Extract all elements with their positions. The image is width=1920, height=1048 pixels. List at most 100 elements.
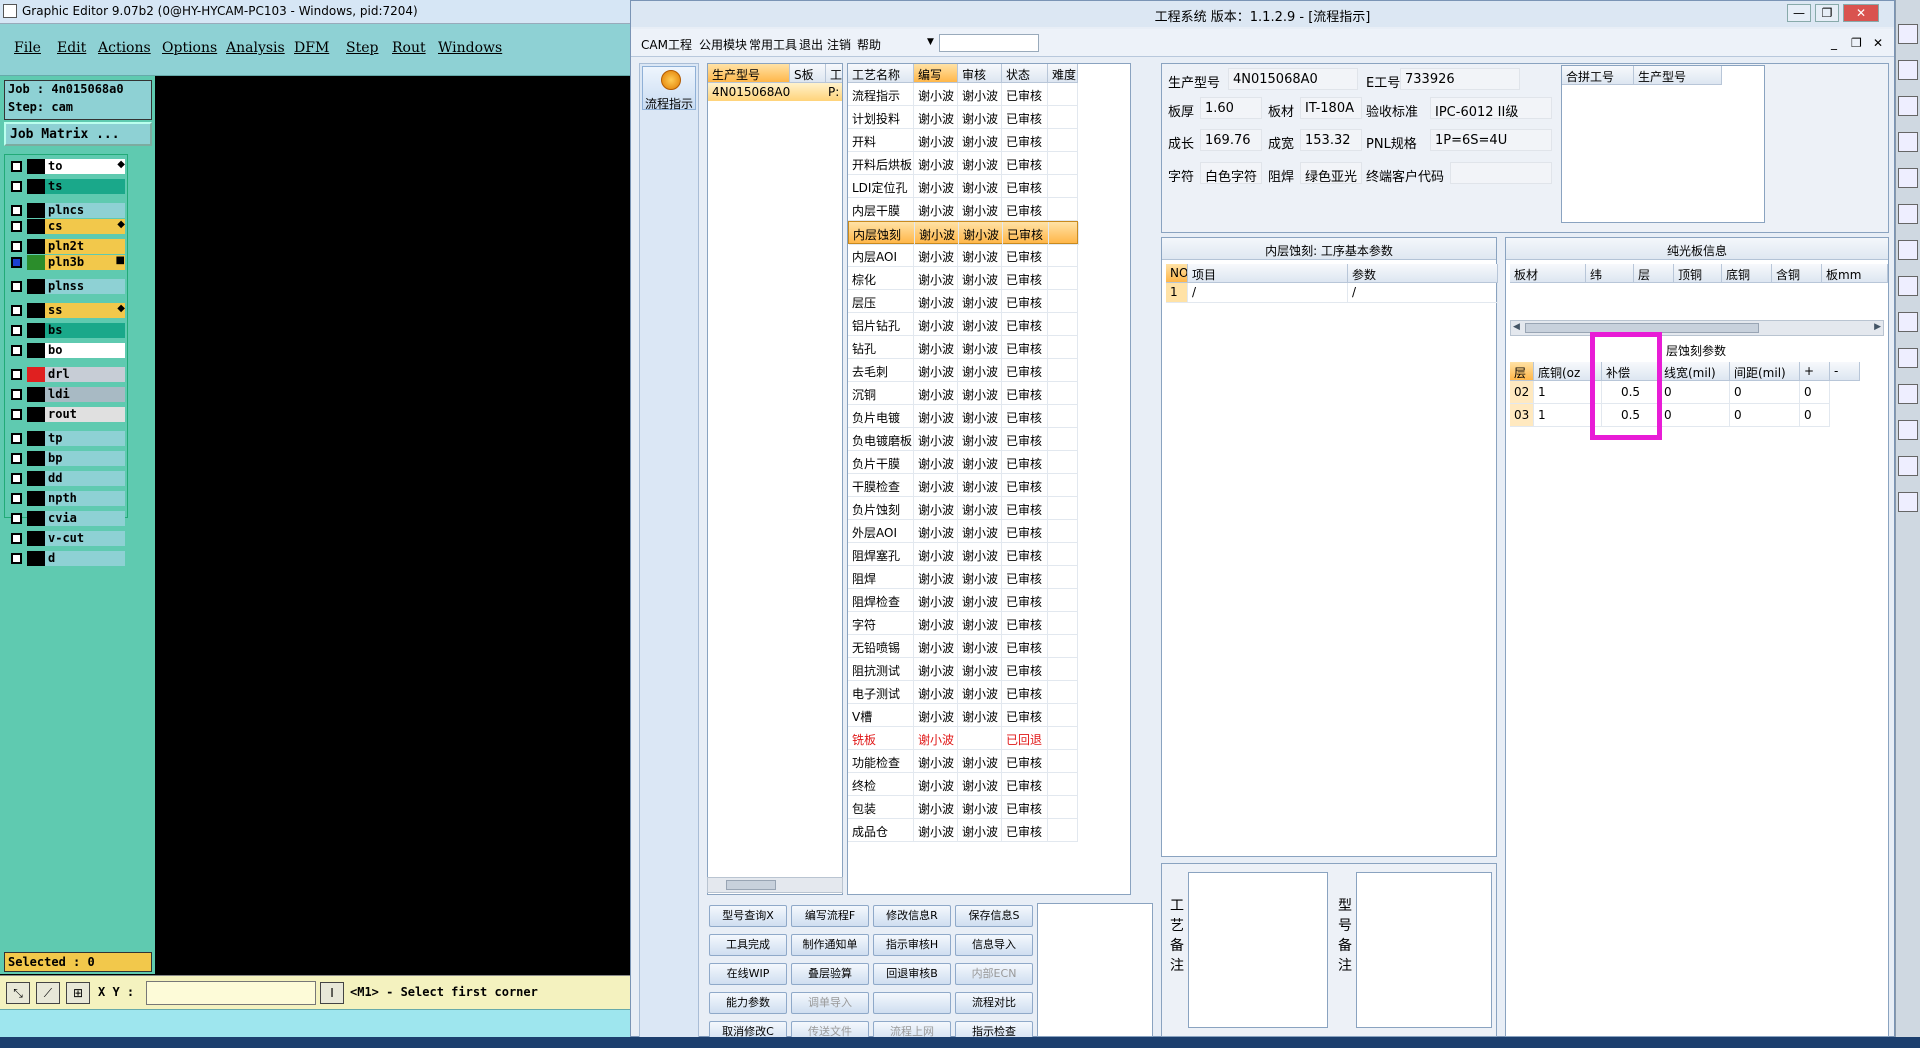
drawing-canvas[interactable] xyxy=(155,76,630,974)
menu-step[interactable]: Step xyxy=(346,40,378,56)
etch-header-3[interactable]: 线宽(mil) xyxy=(1660,362,1730,381)
etch-header-4[interactable]: 间距(mil) xyxy=(1730,362,1800,381)
mdi-restore-icon[interactable]: ❐ xyxy=(1851,36,1862,50)
scroll-left-icon[interactable]: ◀ xyxy=(1513,322,1520,332)
scroll-right-icon[interactable]: ▶ xyxy=(1874,322,1881,332)
menu-combo[interactable] xyxy=(939,34,1039,52)
cam-menu-5[interactable]: 帮助 xyxy=(857,36,881,53)
optical-hscroll[interactable]: ◀ ▶ xyxy=(1510,320,1884,336)
menu-analysis[interactable]: Analysis xyxy=(226,40,285,56)
tool-icon-14[interactable] xyxy=(1898,492,1918,512)
layer-row-pln3b[interactable]: pln3b ■ xyxy=(7,255,127,270)
layer-row-dd[interactable]: dd xyxy=(7,471,127,486)
tool-icon-11[interactable] xyxy=(1898,384,1918,404)
cam-menu-4[interactable]: 注销 xyxy=(827,36,851,53)
etch-cell[interactable]: 0 xyxy=(1800,381,1830,404)
process-row[interactable]: 阻焊 谢小波 谢小波 已审核 xyxy=(848,566,1078,589)
tool-icon-4[interactable] xyxy=(1898,132,1918,152)
process-row[interactable]: 计划投料 谢小波 谢小波 已审核 xyxy=(848,106,1078,129)
action-button-2[interactable]: 修改信息R xyxy=(873,905,951,927)
action-button-12[interactable]: 能力参数 xyxy=(709,992,787,1014)
orders-header-0[interactable]: 生产型号 xyxy=(708,64,790,83)
layer-checkbox[interactable] xyxy=(11,257,22,268)
menu-rout[interactable]: Rout xyxy=(392,40,426,56)
layer-checkbox[interactable] xyxy=(11,453,22,464)
etch-cell[interactable]: 03 xyxy=(1510,404,1534,427)
tool-icon-2[interactable] xyxy=(1898,60,1918,80)
action-button-7[interactable]: 信息导入 xyxy=(955,934,1033,956)
tool-icon-9[interactable] xyxy=(1898,312,1918,332)
process-row[interactable]: 开料 谢小波 谢小波 已审核 xyxy=(848,129,1078,152)
job-matrix-button[interactable]: Job Matrix ... xyxy=(4,122,152,146)
layer-row-bp[interactable]: bp xyxy=(7,451,127,466)
menu-file[interactable]: File xyxy=(14,40,41,56)
process-row[interactable]: 阻焊塞孔 谢小波 谢小波 已审核 xyxy=(848,543,1078,566)
process-row[interactable]: 电子测试 谢小波 谢小波 已审核 xyxy=(848,681,1078,704)
layer-row-d[interactable]: d xyxy=(7,551,127,566)
action-button-3[interactable]: 保存信息S xyxy=(955,905,1033,927)
etch-header-5[interactable]: + xyxy=(1800,362,1830,381)
process-row[interactable]: 负电镀磨板 谢小波 谢小波 已审核 xyxy=(848,428,1078,451)
layer-checkbox[interactable] xyxy=(11,241,22,252)
layer-checkbox[interactable] xyxy=(11,345,22,356)
process-row[interactable]: 阻焊检查 谢小波 谢小波 已审核 xyxy=(848,589,1078,612)
menu-edit[interactable]: Edit xyxy=(57,40,86,56)
cam-menu-0[interactable]: CAM工程 xyxy=(641,36,692,53)
action-button-4[interactable]: 工具完成 xyxy=(709,934,787,956)
layer-row-npth[interactable]: npth xyxy=(7,491,127,506)
menu-actions[interactable]: Actions xyxy=(98,40,151,56)
optical-header-3[interactable]: 顶铜 xyxy=(1674,264,1722,283)
layer-row-bs[interactable]: bs xyxy=(7,323,127,338)
process-row[interactable]: 铝片钻孔 谢小波 谢小波 已审核 xyxy=(848,313,1078,336)
tool-icon-5[interactable] xyxy=(1898,168,1918,188)
process-row[interactable]: V槽 谢小波 谢小波 已审核 xyxy=(848,704,1078,727)
process-row[interactable]: 功能检查 谢小波 谢小波 已审核 xyxy=(848,750,1078,773)
process-row[interactable]: 沉铜 谢小波 谢小波 已审核 xyxy=(848,382,1078,405)
mdi-minimize-icon[interactable]: _ xyxy=(1831,36,1837,50)
process-row[interactable]: LDI定位孔 谢小波 谢小波 已审核 xyxy=(848,175,1078,198)
etch-header-6[interactable]: - xyxy=(1830,362,1860,381)
menu-options[interactable]: Options xyxy=(162,40,217,56)
layer-checkbox[interactable] xyxy=(11,221,22,232)
layer-row-drl[interactable]: drl xyxy=(7,367,127,382)
layer-row-v-cut[interactable]: v-cut xyxy=(7,531,127,546)
minimize-icon[interactable]: — xyxy=(1787,4,1811,22)
layer-checkbox[interactable] xyxy=(11,281,22,292)
etch-cell[interactable]: 0 xyxy=(1730,404,1800,427)
etch-header-0[interactable]: 层 xyxy=(1510,362,1534,381)
layer-row-cs[interactable]: cs ◆ xyxy=(7,219,127,234)
layer-row-plncs[interactable]: plncs xyxy=(7,203,127,218)
close-icon[interactable]: ✕ xyxy=(1843,4,1879,22)
menu-dfm[interactable]: DFM xyxy=(294,40,329,56)
layer-row-ldi[interactable]: ldi xyxy=(7,387,127,402)
etch-cell[interactable]: 0 xyxy=(1660,381,1730,404)
etch-cell[interactable]: 0 xyxy=(1800,404,1830,427)
layer-checkbox[interactable] xyxy=(11,305,22,316)
menu-windows[interactable]: Windows xyxy=(438,40,502,56)
orders-hscroll[interactable] xyxy=(707,877,843,893)
layer-row-bo[interactable]: bo xyxy=(7,343,127,358)
param-header-2[interactable]: 参数 xyxy=(1348,264,1498,283)
process-row[interactable]: 钻孔 谢小波 谢小波 已审核 xyxy=(848,336,1078,359)
optical-header-4[interactable]: 底铜 xyxy=(1722,264,1772,283)
layer-row-tp[interactable]: tp xyxy=(7,431,127,446)
optical-header-6[interactable]: 板mm xyxy=(1822,264,1888,283)
process-row[interactable]: 去毛刺 谢小波 谢小波 已审核 xyxy=(848,359,1078,382)
optical-header-2[interactable]: 层 xyxy=(1634,264,1674,283)
process-row[interactable]: 干膜检查 谢小波 谢小波 已审核 xyxy=(848,474,1078,497)
layer-checkbox[interactable] xyxy=(11,553,22,564)
tool-icon-12[interactable] xyxy=(1898,420,1918,440)
process-header-4[interactable]: 难度 xyxy=(1048,64,1078,83)
layer-checkbox[interactable] xyxy=(11,533,22,544)
layer-checkbox[interactable] xyxy=(11,433,22,444)
zoom-tool-icon[interactable]: ⤡ xyxy=(6,982,30,1004)
process-row[interactable]: 棕化 谢小波 谢小波 已审核 xyxy=(848,267,1078,290)
layer-row-ss[interactable]: ss ◆ xyxy=(7,303,127,318)
process-row[interactable]: 包装 谢小波 谢小波 已审核 xyxy=(848,796,1078,819)
layer-checkbox[interactable] xyxy=(11,493,22,504)
measure-tool-icon[interactable]: ⟋ xyxy=(36,982,60,1004)
action-button-5[interactable]: 制作通知单 xyxy=(791,934,869,956)
cam-menu-1[interactable]: 公用模块 xyxy=(699,36,747,53)
model-remark-field[interactable] xyxy=(1356,872,1492,1028)
process-remark-field[interactable] xyxy=(1188,872,1328,1028)
